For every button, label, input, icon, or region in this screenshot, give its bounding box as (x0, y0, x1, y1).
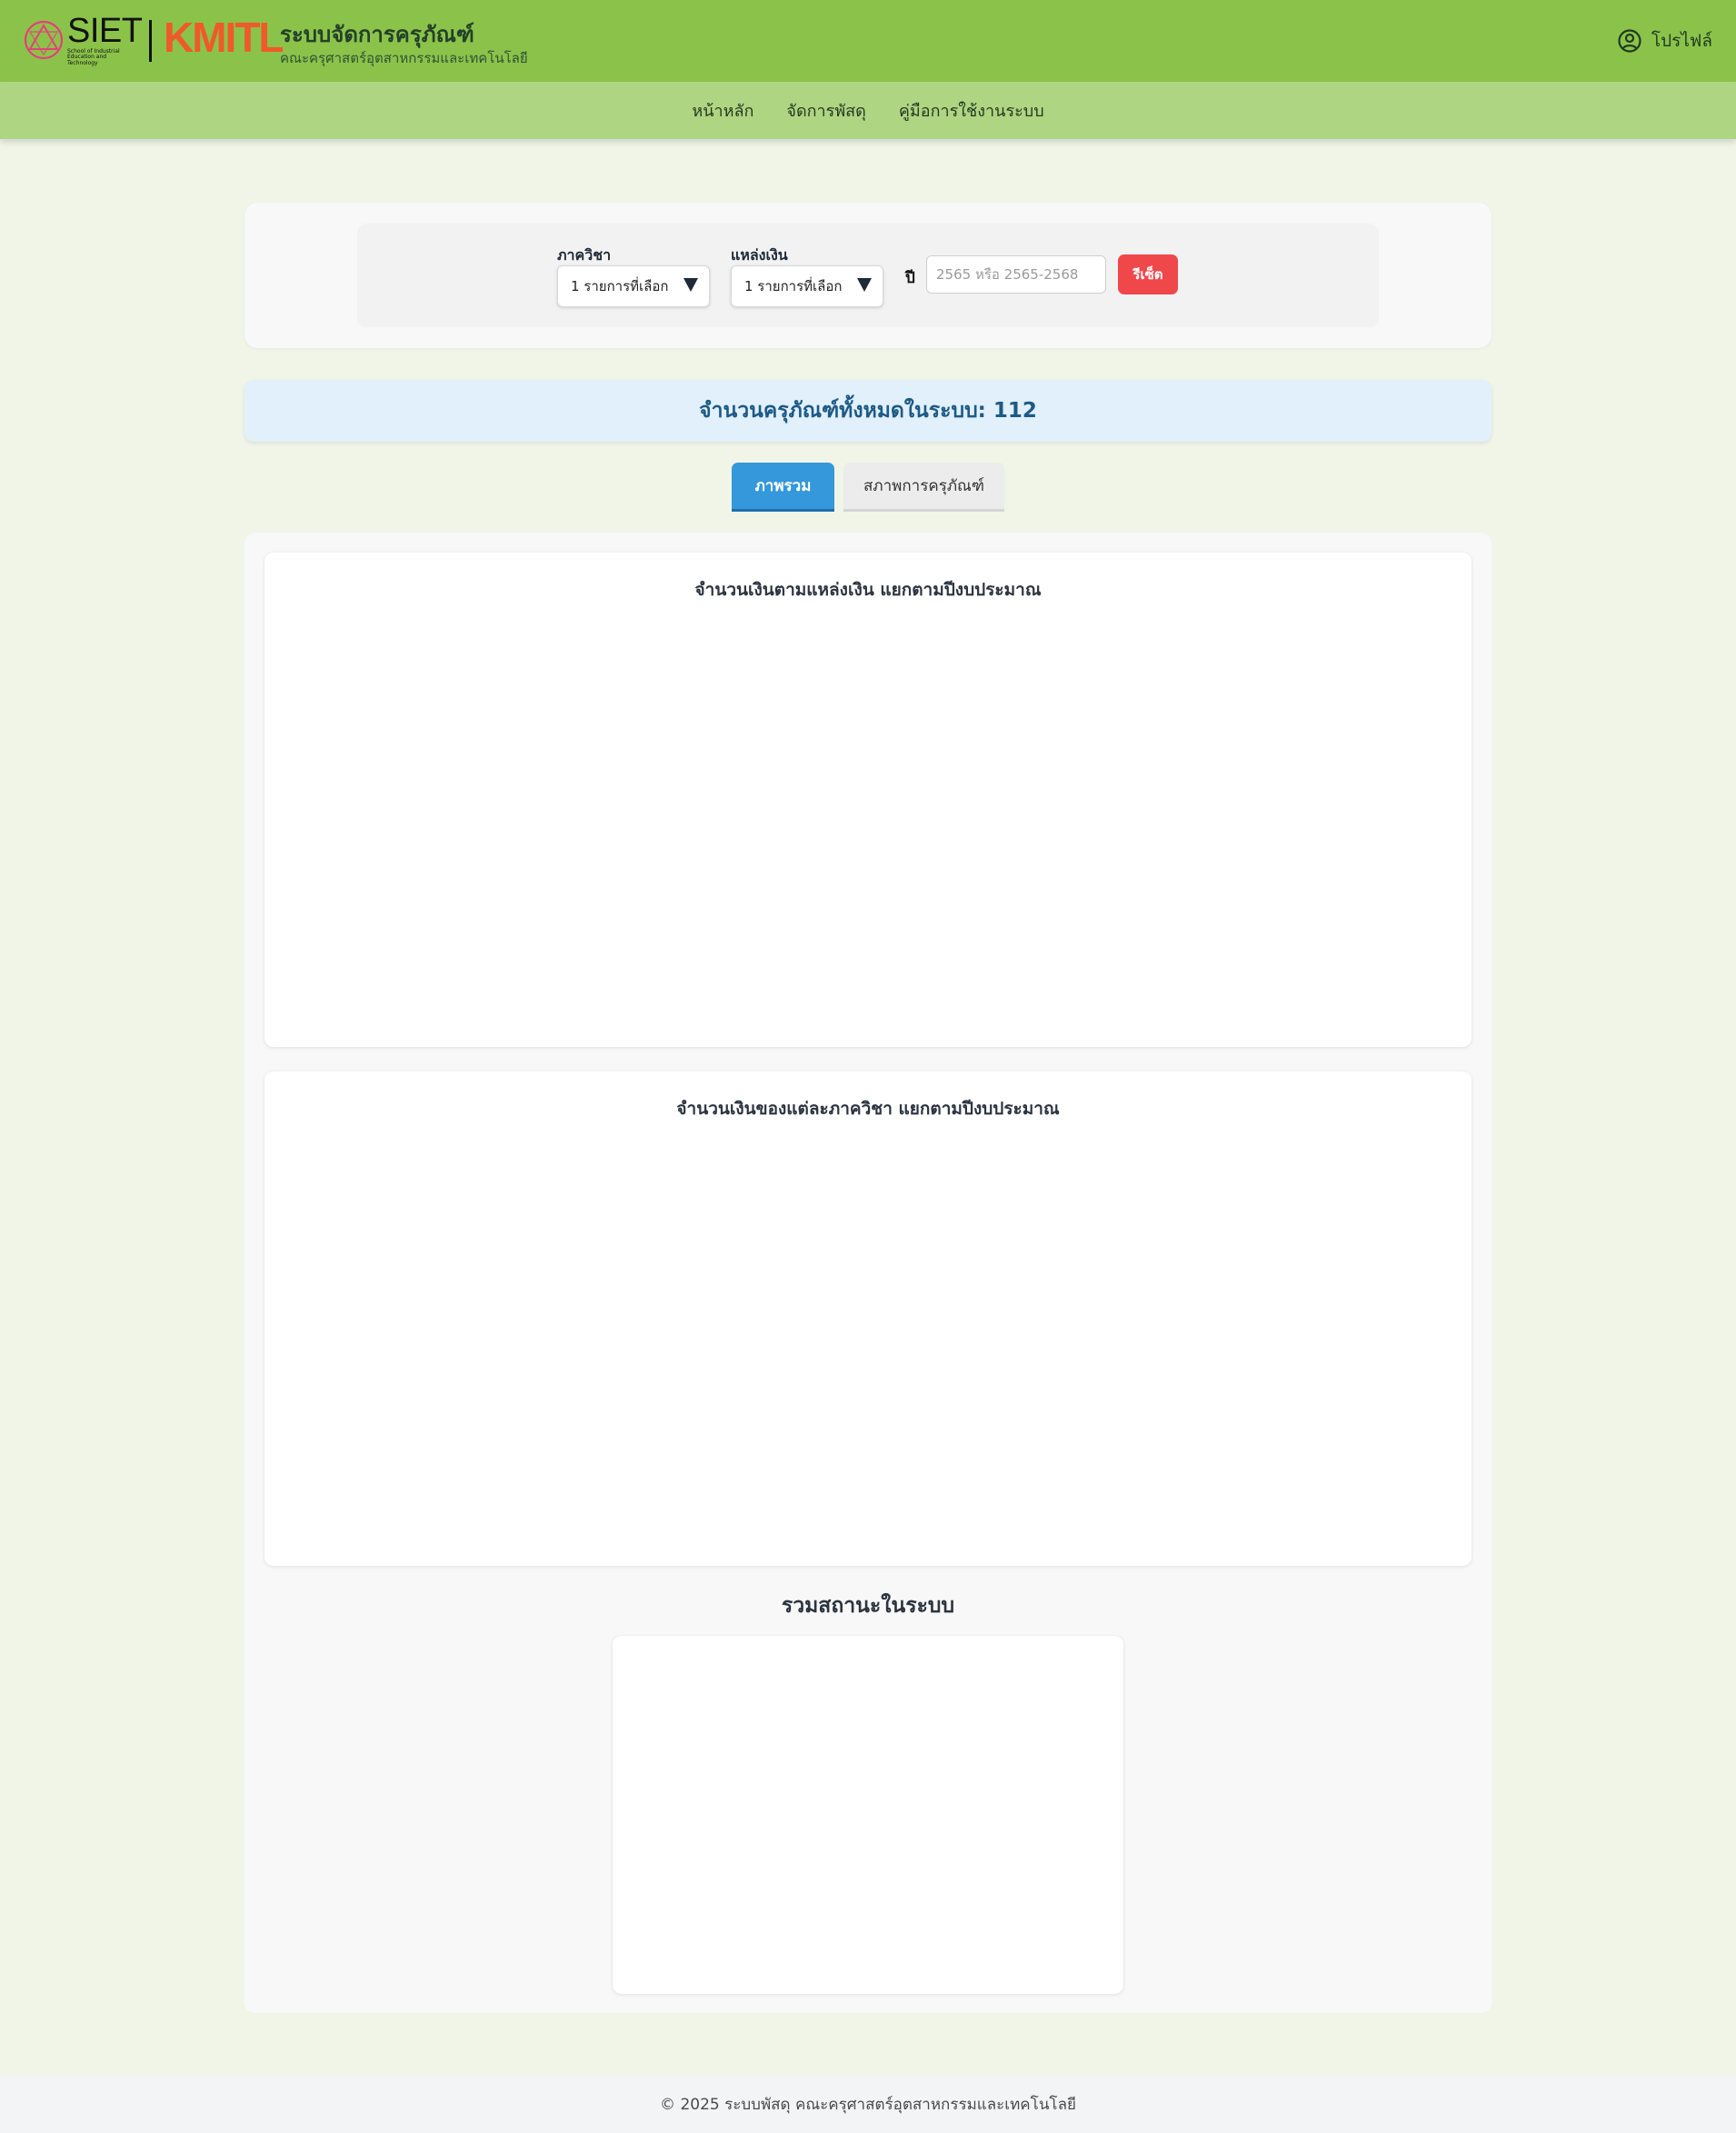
department-select[interactable]: 1 รายการที่เลือก (557, 265, 710, 307)
overview-panel: จำนวนเงินตามแหล่งเงิน แยกตามปีงบประมาณ จ… (244, 533, 1492, 2013)
department-filter-label: ภาควิชา (557, 246, 612, 264)
profile-label: โปรไฟล์ (1651, 31, 1712, 51)
department-select-value: 1 รายการที่เลือก (571, 278, 669, 294)
top-header: SIET School of Industrial Education and … (0, 0, 1736, 82)
year-filter-label: ปี (905, 269, 915, 287)
fund-select-value: 1 รายการที่เลือก (744, 278, 843, 294)
main-nav: หน้าหลัก จัดการพัสดุ คู่มือการใช้งานระบบ (0, 82, 1736, 139)
status-chart-card (613, 1636, 1123, 1994)
chart-title-by-fund: จำนวนเงินตามแหล่งเงิน แยกตามปีงบประมาณ (694, 580, 1042, 600)
fund-filter-label: แหล่งเงิน (731, 246, 788, 264)
chart-title-by-department: จำนวนเงินของแต่ละภาควิชา แยกตามปีงบประมา… (676, 1099, 1060, 1119)
total-equipment-banner: จำนวนครุภัณฑ์ทั้งหมดในระบบ: 112 (244, 380, 1492, 442)
year-input[interactable] (926, 255, 1106, 294)
footer: © 2025 ระบบพัสดุ คณะครุศาสตร์อุตสาหกรรมแ… (0, 2076, 1736, 2133)
chevron-down-icon (683, 278, 698, 292)
nav-manage-supplies[interactable]: จัดการพัสดุ (786, 97, 865, 124)
tab-overview[interactable]: ภาพรวม (732, 463, 834, 512)
app-subtitle: คณะครุศาสตร์อุตสาหกรรมและเทคโนโลยี (280, 50, 528, 66)
chart-card-by-fund: จำนวนเงินตามแหล่งเงิน แยกตามปีงบประมาณ (264, 553, 1472, 1047)
user-circle-icon (1618, 29, 1641, 53)
filter-card: ภาควิชา 1 รายการที่เลือก แหล่งเงิน 1 ราย… (244, 203, 1492, 348)
chart-card-by-department: จำนวนเงินของแต่ละภาควิชา แยกตามปีงบประมา… (264, 1071, 1472, 1566)
siet-caption: School of Industrial Education and Techn… (67, 47, 120, 66)
footer-copyright: © 2025 ระบบพัสดุ คณะครุศาสตร์อุตสาหกรรมแ… (660, 2096, 1076, 2114)
tab-equipment-condition[interactable]: สภาพการครุภัณฑ์ (843, 463, 1004, 512)
siet-wordmark: SIET School of Industrial Education and … (67, 11, 143, 67)
kmitl-logo[interactable]: KMITL (164, 13, 284, 62)
siet-emblem-icon (24, 20, 64, 60)
filter-bar: ภาควิชา 1 รายการที่เลือก แหล่งเงิน 1 ราย… (357, 224, 1379, 327)
profile-button[interactable]: โปรไฟล์ (1617, 27, 1712, 55)
reset-button[interactable]: รีเซ็ต (1118, 254, 1178, 294)
chevron-down-icon (857, 278, 872, 292)
nav-user-manual[interactable]: คู่มือการใช้งานระบบ (899, 97, 1044, 124)
logo-divider (149, 20, 152, 62)
fund-select[interactable]: 1 รายการที่เลือก (731, 265, 883, 307)
nav-home[interactable]: หน้าหลัก (692, 97, 753, 124)
siet-logo[interactable]: SIET School of Industrial Education and … (24, 14, 143, 66)
status-summary-heading: รวมสถานะในระบบ (781, 1594, 955, 1618)
siet-wordmark-text: SIET (67, 11, 143, 50)
